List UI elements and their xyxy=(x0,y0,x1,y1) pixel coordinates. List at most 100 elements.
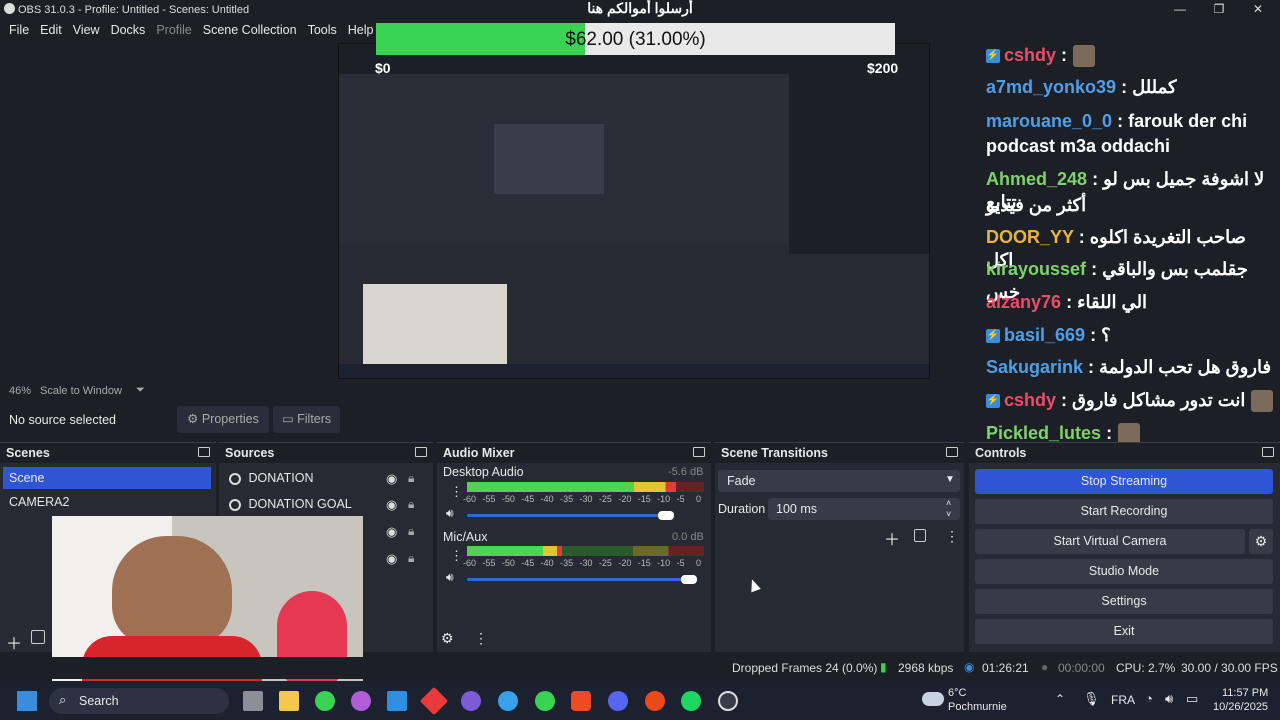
app-icon[interactable] xyxy=(535,691,555,711)
volume-icon[interactable]: 🔊︎ xyxy=(1165,691,1173,707)
source-item-donation-goal[interactable]: DONATION GOAL xyxy=(225,493,430,515)
scene-item-camera2[interactable]: CAMERA2 xyxy=(3,491,211,513)
meter-scale-label: -60 xyxy=(463,494,477,504)
windows-taskbar: ⌕ Search 6°C Pochmurnie ⌃ 🎙︎ FRA ◔ 🔊︎ ▭ … xyxy=(0,681,1280,720)
copilot-icon[interactable] xyxy=(351,691,371,711)
menu-help[interactable]: Help xyxy=(348,23,374,37)
meter-scale-label: -5 xyxy=(676,558,685,568)
lock-icon[interactable]: 🔒︎ xyxy=(408,497,414,512)
menu-profile[interactable]: Profile xyxy=(156,23,191,37)
windows-start-icon[interactable] xyxy=(17,691,37,711)
undock-icon[interactable] xyxy=(693,447,705,457)
meter-scale-label: -60 xyxy=(463,558,477,568)
weather-temp: 6°C xyxy=(948,687,967,699)
menu-docks[interactable]: Docks xyxy=(111,23,146,37)
volume-slider-track[interactable] xyxy=(467,578,695,581)
undock-icon[interactable] xyxy=(1262,447,1274,457)
edge-icon[interactable] xyxy=(498,691,518,711)
chat-message: ⚡ cshdy : xyxy=(986,44,1276,68)
menu-scene-collection[interactable]: Scene Collection xyxy=(203,23,297,37)
menu-edit[interactable]: Edit xyxy=(40,23,62,37)
exit-button[interactable]: Exit xyxy=(975,619,1273,644)
menu-view[interactable]: View xyxy=(73,23,100,37)
meter-scale-label: 0 xyxy=(696,494,702,504)
menu-tools[interactable]: Tools xyxy=(308,23,337,37)
spin-arrows-icon[interactable]: ˄ ˅ xyxy=(946,498,951,520)
transition-select[interactable]: Fade ▼ xyxy=(718,470,960,492)
task-view-icon[interactable] xyxy=(243,691,263,711)
maximize-icon[interactable]: ❐ xyxy=(1204,2,1234,16)
settings-button[interactable]: Settings xyxy=(975,589,1273,614)
xbox-icon[interactable] xyxy=(315,691,335,711)
eye-icon[interactable]: ◉ xyxy=(386,497,397,513)
menu-file[interactable]: File xyxy=(9,23,29,37)
spotify-icon[interactable] xyxy=(681,691,701,711)
undock-icon[interactable] xyxy=(946,447,958,457)
volume-slider-track[interactable] xyxy=(467,514,672,517)
chat-username: cshdy xyxy=(1004,45,1062,65)
duration-spinbox[interactable]: 100 ms ˄ ˅ xyxy=(768,498,960,520)
chevron-down-icon[interactable]: ⏷ xyxy=(136,384,145,397)
taskbar-search[interactable]: ⌕ Search xyxy=(49,688,229,714)
origin-icon[interactable] xyxy=(645,691,665,711)
filters-label: Filters xyxy=(297,412,332,426)
speaker-icon[interactable]: 🔊︎ xyxy=(446,506,454,521)
brave-icon[interactable] xyxy=(571,691,591,711)
remove-transition-icon[interactable] xyxy=(914,529,926,542)
meter-scale-label: -45 xyxy=(521,558,535,568)
start-recording-button[interactable]: Start Recording xyxy=(975,499,1273,524)
eye-icon[interactable]: ◉ xyxy=(386,524,397,540)
lock-icon[interactable]: 🔒︎ xyxy=(408,524,414,539)
twitch-icon[interactable] xyxy=(461,691,481,711)
browser-source-icon xyxy=(229,498,241,511)
browser-source-icon xyxy=(229,472,241,485)
more-vertical-icon[interactable]: ⋮ xyxy=(945,528,959,545)
volume-slider-knob[interactable] xyxy=(681,575,697,584)
git-icon[interactable] xyxy=(419,686,449,716)
more-vertical-icon[interactable]: ⋮ xyxy=(450,548,463,564)
audio-mixer-header: Audio Mixer xyxy=(437,443,711,463)
wifi-icon[interactable]: ◔ xyxy=(1145,691,1153,706)
store-icon[interactable] xyxy=(387,691,407,711)
file-explorer-icon[interactable] xyxy=(279,691,299,711)
start-virtual-camera-button[interactable]: Start Virtual Camera xyxy=(975,529,1245,554)
donation-banner: أرسلوا أموالكم هنا xyxy=(587,0,693,16)
obs-taskbar-icon[interactable] xyxy=(718,691,738,711)
remove-scene-icon[interactable] xyxy=(31,630,45,644)
lock-icon[interactable]: 🔒︎ xyxy=(408,471,414,486)
volume-slider-knob[interactable] xyxy=(658,511,674,520)
eye-icon[interactable]: ◉ xyxy=(386,471,397,487)
chat-text: أكثر من فيديو xyxy=(986,195,1087,215)
undock-icon[interactable] xyxy=(415,447,427,457)
status-bar: Dropped Frames 24 (0.0%) ▮ 2968 kbps ◉ 0… xyxy=(0,657,1280,679)
chat-message: podcast m3a oddachi xyxy=(986,135,1276,158)
filters-button[interactable]: ▭ Filters xyxy=(273,406,340,433)
source-item-donation[interactable]: DONATION xyxy=(225,467,430,489)
preview-canvas[interactable]: $0 $200 xyxy=(338,43,930,379)
more-vertical-icon[interactable]: ⋮ xyxy=(450,484,463,500)
scale-mode-select[interactable]: Scale to Window xyxy=(40,385,122,397)
properties-button[interactable]: ⚙ Properties xyxy=(177,406,269,433)
add-scene-icon[interactable]: ＋ xyxy=(6,630,22,654)
language-indicator[interactable]: FRA xyxy=(1111,693,1135,707)
meter-scale-label: -25 xyxy=(598,494,612,504)
stop-streaming-button[interactable]: Stop Streaming xyxy=(975,469,1273,494)
close-icon[interactable]: ✕ xyxy=(1243,2,1273,16)
speaker-icon[interactable]: 🔊︎ xyxy=(446,570,454,585)
scene-item-scene[interactable]: Scene xyxy=(3,467,211,489)
tray-chevron-icon[interactable]: ⌃ xyxy=(1055,692,1065,706)
virtual-camera-settings-icon[interactable]: ⚙ xyxy=(1249,529,1273,554)
add-transition-icon[interactable]: ＋ xyxy=(884,526,900,550)
desktop-audio-label: Desktop Audio xyxy=(443,465,524,479)
discord-icon[interactable] xyxy=(608,691,628,711)
undock-icon[interactable] xyxy=(198,447,210,457)
mixer-menu-icon[interactable]: ⋮ xyxy=(474,630,488,647)
mixer-settings-icon[interactable]: ⚙ xyxy=(441,630,454,647)
eye-icon[interactable]: ◉ xyxy=(386,551,397,567)
minimize-icon[interactable]: — xyxy=(1165,2,1195,16)
microphone-icon[interactable]: 🎙︎ xyxy=(1083,691,1100,707)
battery-icon[interactable]: ▭ xyxy=(1186,691,1198,707)
studio-mode-button[interactable]: Studio Mode xyxy=(975,559,1273,584)
transitions-header: Scene Transitions xyxy=(715,443,964,463)
lock-icon[interactable]: 🔒︎ xyxy=(408,551,414,566)
